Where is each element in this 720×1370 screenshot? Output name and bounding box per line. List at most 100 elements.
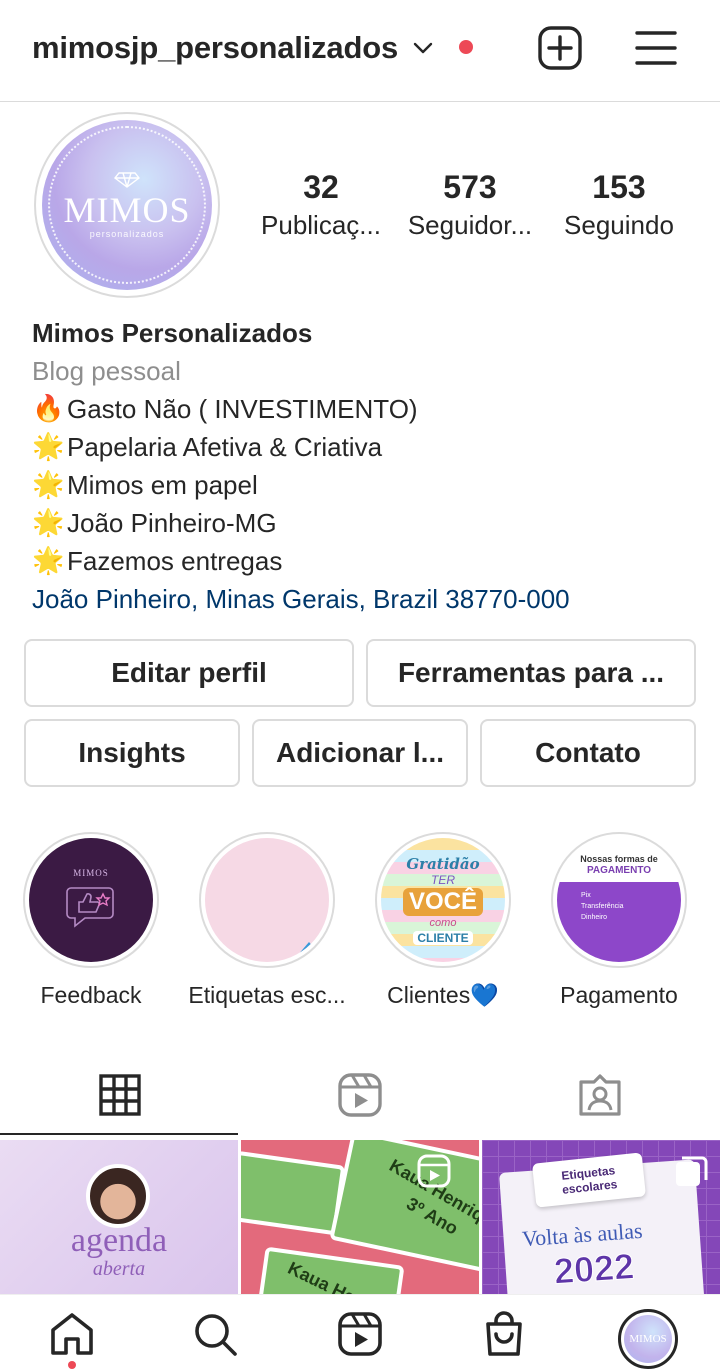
tagged-icon [577,1072,623,1123]
tab-tagged[interactable] [480,1058,720,1136]
cover-header: Nossas formas de PAGAMENTO [557,838,681,882]
highlight-ring: Nossas formas de PAGAMENTO Pix Transferê… [551,832,687,968]
avatar-image: MIMOS personalizados [42,120,212,290]
profile-avatar[interactable]: MIMOS personalizados [34,112,220,298]
stat-followers[interactable]: 573 Seguidor... [402,168,538,240]
highlight-label: Etiquetas esc... [188,982,346,1008]
edit-profile-button[interactable]: Editar perfil [24,639,354,707]
highlight-clientes[interactable]: Gratidão TER VOCÊ como CLIENTE Clientes💙 [355,832,531,1009]
notification-dot [459,40,473,54]
carousel-icon [674,1154,708,1188]
highlight-cover [205,838,329,962]
active-tab-indicator [0,1133,238,1135]
bio-line: 🌟 Papelaria Afetiva & Criativa [32,428,692,466]
cover-text: como [429,917,457,929]
home-notification-dot [68,1361,76,1369]
post-year: 2022 [552,1245,636,1292]
post-thumbnail[interactable]: Kaua Henriq 3º Ano Kaua He [241,1140,479,1300]
highlight-label: Feedback [40,982,142,1008]
menu-icon[interactable] [632,24,680,72]
payment-option: Transferência [581,903,624,910]
bio-line: 🔥 Gasto Não ( INVESTIMENTO) [32,390,692,428]
contact-button[interactable]: Contato [480,719,696,787]
highlight-label: Clientes💙 [387,982,499,1008]
chevron-down-icon [412,37,434,59]
post-avatar [86,1164,150,1228]
cover-text: Gratidão [406,855,480,873]
tab-grid[interactable] [0,1058,240,1136]
avatar-brand: MIMOS [63,189,191,230]
stat-posts[interactable]: 32 Publicaç... [256,168,386,240]
account-switcher[interactable]: mimosjp_personalizados [32,26,434,70]
highlight-feedback[interactable]: MIMOS Feedback [3,832,179,1009]
post-card: Kaua He [257,1246,405,1300]
star-icon: 🌟 [32,546,65,576]
stat-following[interactable]: 153 Seguindo [556,168,682,240]
highlight-label: Pagamento [560,982,678,1008]
highlight-ring: MIMOS [23,832,159,968]
post-tag-text: Etiquetas escolares [560,1163,618,1197]
new-post-icon[interactable] [536,24,584,72]
profile-category: Blog pessoal [32,356,181,386]
post-card: Kaua Henriq 3º Ano [329,1140,479,1275]
stat-posts-label: Publicaç... [261,210,381,240]
profile-avatar-nav[interactable]: MIMOS [618,1309,678,1369]
avatar-image: MIMOS [624,1315,672,1363]
cover-text: CLIENTE [413,931,473,945]
cover-text: VOCÊ [402,888,483,916]
post-thumbnail[interactable]: Etiquetas escolares Volta às aulas 2022 [482,1140,720,1300]
home-icon[interactable] [47,1309,97,1359]
reel-icon [417,1154,451,1188]
grid-icon [99,1073,141,1121]
cover-title: Nossas formas de [580,854,658,864]
bio-text: Gasto Não ( INVESTIMENTO) [67,394,418,424]
post-thumbnail[interactable]: agenda aberta [0,1140,238,1300]
location-link[interactable]: João Pinheiro, Minas Gerais, Brazil 3877… [32,580,692,618]
insights-button[interactable]: Insights [24,719,240,787]
bio-text: Fazemos entregas [67,546,283,576]
stat-following-value: 153 [592,169,646,205]
tab-reels[interactable] [240,1058,480,1136]
highlight-mini-brand: MIMOS [73,867,109,878]
star-icon: 🌟 [32,470,65,500]
reels-icon[interactable] [335,1309,385,1359]
star-icon: 🌟 [32,508,65,538]
highlight-cover: Gratidão TER VOCÊ como CLIENTE [381,838,505,962]
stat-posts-value: 32 [303,169,339,205]
bottom-navigation: MIMOS [0,1294,720,1370]
stat-followers-value: 573 [443,169,497,205]
stat-followers-label: Seguidor... [407,210,533,240]
payment-option: Dinheiro [581,914,608,921]
highlight-cover: Nossas formas de PAGAMENTO Pix Transferê… [557,838,681,962]
highlight-pagamento[interactable]: Nossas formas de PAGAMENTO Pix Transferê… [531,832,707,1009]
bio-text: Papelaria Afetiva & Criativa [67,432,383,462]
username: mimosjp_personalizados [32,30,398,65]
highlight-cover: MIMOS [29,838,153,962]
cover-subtitle: PAGAMENTO [586,865,652,876]
bio-line: 🌟 Fazemos entregas [32,542,692,580]
payment-option: Pix [581,892,591,899]
shop-icon[interactable] [479,1309,529,1359]
fire-icon: 🔥 [32,394,65,424]
professional-tools-button[interactable]: Ferramentas para ... [366,639,696,707]
highlight-ring: Gratidão TER VOCÊ como CLIENTE [375,832,511,968]
bio-text: Mimos em papel [67,470,258,500]
star-icon: 🌟 [32,432,65,462]
bio-line: 🌟 João Pinheiro-MG [32,504,692,542]
reels-icon [337,1072,383,1123]
post-title: agenda [70,1222,168,1259]
post-card [241,1150,346,1236]
cover-options: Pix Transferência Dinheiro [557,882,681,962]
highlight-ring [199,832,335,968]
bio-line: 🌟 Mimos em papel [32,466,692,504]
top-bar: mimosjp_personalizados [0,0,720,102]
highlight-etiquetas[interactable]: Etiquetas esc... [179,832,355,1009]
stat-following-label: Seguindo [564,210,674,240]
search-icon[interactable] [190,1309,240,1359]
avatar-subtitle: personalizados [89,228,165,239]
post-subtitle: aberta [92,1258,146,1280]
thumbs-up-icon [65,884,117,933]
add-shop-button[interactable]: Adicionar l... [252,719,468,787]
profile-name: Mimos Personalizados [32,318,313,348]
cover-text: TER [431,873,455,887]
